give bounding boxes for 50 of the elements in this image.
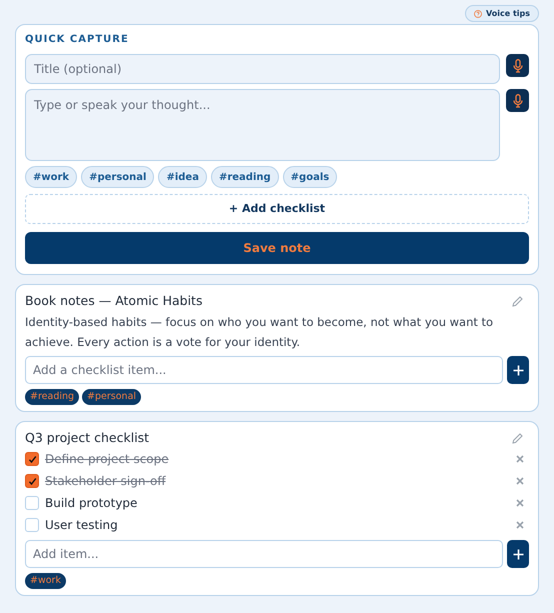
tag-chip: #reading	[25, 389, 80, 405]
microphone-icon	[512, 58, 522, 72]
section-heading: QUICK CAPTURE	[25, 33, 130, 47]
tag-chip[interactable]: #reading	[210, 166, 279, 188]
check-icon	[28, 454, 36, 464]
tag-chip: #work	[25, 573, 66, 589]
pencil-icon	[512, 296, 523, 306]
checklist-item: Stakeholder sign-off	[45, 473, 167, 490]
microphone-button[interactable]	[506, 54, 529, 77]
checklist-item: Build prototype	[45, 495, 138, 512]
plus-icon	[512, 364, 524, 376]
remove-button[interactable]	[516, 455, 524, 463]
checkbox[interactable]	[25, 496, 39, 510]
tag-chip[interactable]: #goals	[282, 166, 338, 188]
tag-chip: #personal	[82, 389, 142, 405]
add-button[interactable]	[507, 356, 529, 384]
remove-button[interactable]	[516, 499, 524, 507]
close-icon	[516, 455, 524, 463]
remove-button[interactable]	[516, 477, 524, 485]
checklist-item: User testing	[45, 517, 119, 534]
item-field[interactable]: Add item...	[25, 540, 503, 568]
close-icon	[516, 521, 524, 529]
note-body: Identity-based habits — focus on who you want to become, not what you want to achieve. Every action is a vote for your identity.	[25, 314, 494, 351]
close-icon	[516, 477, 524, 485]
microphone-button[interactable]	[506, 89, 529, 112]
note-title: Q3 project checklist	[25, 429, 150, 447]
title-field[interactable]: Title (optional)	[25, 54, 500, 84]
tag-chip[interactable]: #personal	[81, 166, 154, 188]
checklist-item: Define project scope	[45, 451, 170, 468]
note-field[interactable]: Type or speak your thought...	[25, 89, 500, 161]
microphone-icon	[512, 94, 522, 108]
tag-chip[interactable]: #idea	[158, 166, 207, 188]
checkbox[interactable]	[25, 518, 39, 532]
checkbox[interactable]	[25, 452, 39, 466]
close-icon	[516, 499, 524, 507]
remove-button[interactable]	[516, 521, 524, 529]
plus-icon	[512, 548, 524, 560]
edit-button[interactable]	[512, 432, 523, 444]
note-title: Book notes — Atomic Habits	[25, 292, 202, 310]
check-icon	[28, 476, 36, 486]
checkbox[interactable]	[25, 474, 39, 488]
help-icon	[474, 10, 482, 18]
tag-chip[interactable]: #work	[25, 166, 78, 188]
edit-button[interactable]	[512, 296, 523, 306]
pencil-icon	[512, 432, 523, 444]
save-button[interactable]: Save note	[25, 232, 529, 264]
voice-tips-button[interactable]: Voice tips	[465, 5, 539, 22]
item-field[interactable]: Add a checklist item...	[25, 356, 503, 384]
add-checklist-button[interactable]: + Add checklist	[25, 194, 529, 224]
add-button[interactable]	[507, 540, 529, 568]
